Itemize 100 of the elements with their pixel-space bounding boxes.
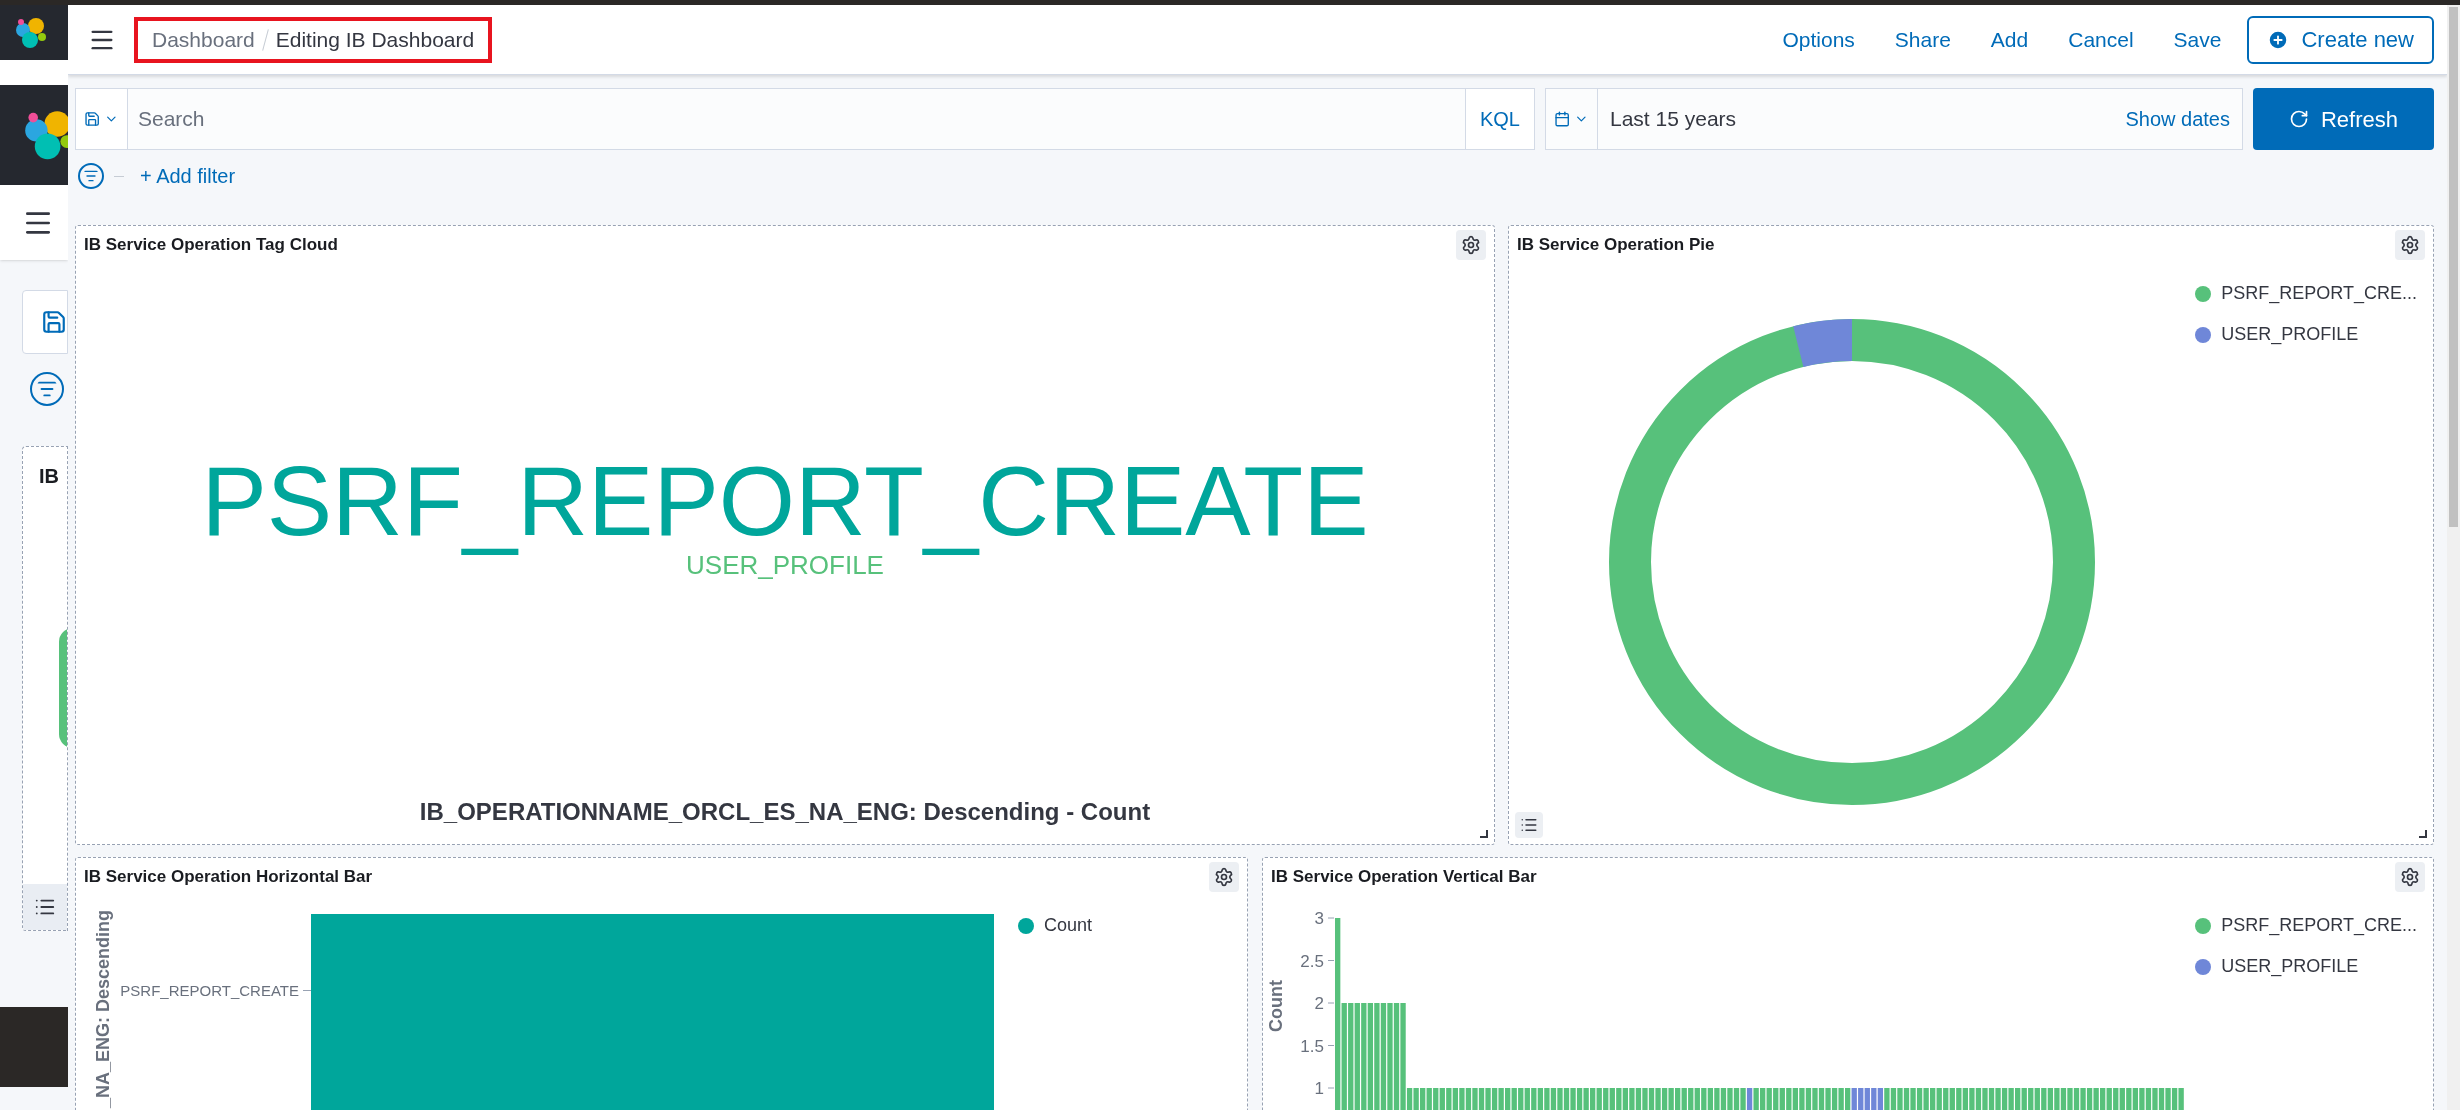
create-new-button[interactable]: Create new — [2247, 15, 2434, 64]
bar[interactable] — [1544, 1088, 1550, 1110]
filter-icon[interactable] — [30, 372, 64, 406]
legend-label[interactable]: USER_PROFILE — [2221, 953, 2359, 980]
bar[interactable] — [1590, 1088, 1596, 1110]
scrollbar-thumb[interactable] — [2449, 7, 2458, 527]
legend-label[interactable]: PSRF_REPORT_CRE... — [2221, 912, 2417, 939]
bar[interactable] — [1348, 1003, 1354, 1110]
bar[interactable] — [1740, 1088, 1746, 1110]
bar[interactable] — [1694, 1088, 1701, 1110]
bar[interactable] — [2093, 1088, 2100, 1110]
bar[interactable] — [1734, 1088, 1740, 1110]
bar[interactable] — [1917, 1088, 1923, 1110]
legend-label[interactable]: Count — [1044, 912, 1093, 939]
time-range-value[interactable]: Last 15 years — [1598, 89, 2126, 149]
bar[interactable] — [2106, 1088, 2113, 1110]
bar[interactable] — [2172, 1088, 2178, 1110]
bar[interactable] — [2100, 1088, 2106, 1110]
bar[interactable] — [1426, 1088, 1433, 1110]
breadcrumb-link[interactable]: Dashboard — [152, 23, 255, 56]
bar[interactable] — [2139, 1088, 2145, 1110]
bar[interactable] — [1381, 1003, 1387, 1110]
bar[interactable] — [1452, 1088, 1459, 1110]
bar[interactable] — [1485, 1088, 1491, 1110]
bar[interactable] — [1668, 1088, 1675, 1110]
bar[interactable] — [1799, 1088, 1805, 1110]
bar[interactable] — [1995, 1088, 2001, 1110]
filter-icon[interactable] — [78, 163, 104, 189]
bar[interactable] — [1609, 1088, 1616, 1110]
bar[interactable] — [1838, 1088, 1845, 1110]
bar[interactable] — [1851, 1088, 1858, 1110]
header-link[interactable]: Share — [1894, 23, 1951, 56]
bar[interactable] — [1341, 1003, 1348, 1110]
bar[interactable] — [1459, 1088, 1465, 1110]
bar[interactable] — [1930, 1088, 1936, 1110]
bar[interactable] — [1655, 1088, 1661, 1110]
bar[interactable] — [1962, 1088, 1969, 1110]
bar[interactable] — [2054, 1088, 2060, 1110]
bar[interactable] — [1479, 1088, 1485, 1110]
bar[interactable] — [1792, 1088, 1799, 1110]
bar[interactable] — [2041, 1088, 2047, 1110]
bar[interactable] — [1649, 1088, 1655, 1110]
bar[interactable] — [2119, 1088, 2126, 1110]
legend-toggle-button[interactable] — [23, 884, 67, 930]
save-icon[interactable] — [41, 309, 67, 335]
bar[interactable] — [1949, 1088, 1956, 1110]
bar[interactable] — [1537, 1088, 1544, 1110]
bar[interactable] — [1910, 1088, 1916, 1110]
legend-label[interactable]: USER_PROFILE — [2221, 321, 2359, 348]
resize-handle-icon[interactable] — [1480, 830, 1488, 838]
refresh-button[interactable]: Refresh — [2253, 88, 2434, 150]
bar[interactable] — [1969, 1088, 1975, 1110]
bar[interactable] — [1786, 1088, 1792, 1110]
bar[interactable] — [2028, 1088, 2034, 1110]
bar[interactable] — [1884, 1088, 1890, 1110]
bar[interactable] — [1335, 918, 1341, 1110]
bar[interactable] — [2146, 1088, 2152, 1110]
bar[interactable] — [1721, 1088, 1727, 1110]
bar[interactable] — [2165, 1088, 2171, 1110]
bar[interactable] — [2047, 1088, 2054, 1110]
bar[interactable] — [1413, 1088, 1420, 1110]
bar[interactable] — [1354, 1003, 1361, 1110]
bar[interactable] — [2074, 1088, 2080, 1110]
bar[interactable] — [1956, 1088, 1962, 1110]
bar[interactable] — [1583, 1088, 1590, 1110]
bar[interactable] — [1596, 1088, 1603, 1110]
header-link[interactable]: Cancel — [2068, 23, 2134, 56]
bar[interactable] — [2034, 1088, 2041, 1110]
bar[interactable] — [1505, 1088, 1511, 1110]
bar[interactable] — [1773, 1088, 1779, 1110]
bar[interactable] — [1524, 1088, 1531, 1110]
bar[interactable] — [1760, 1088, 1766, 1110]
bar[interactable] — [2178, 1088, 2185, 1110]
bar[interactable] — [1433, 1088, 1439, 1110]
header-link[interactable]: Options — [1782, 23, 1855, 56]
bar[interactable] — [1361, 1003, 1367, 1110]
bar[interactable] — [1492, 1088, 1498, 1110]
bar[interactable] — [1923, 1088, 1930, 1110]
bar[interactable] — [2080, 1088, 2086, 1110]
settings-button[interactable] — [1209, 862, 1239, 892]
bar[interactable] — [1871, 1088, 1877, 1110]
bar[interactable] — [1616, 1088, 1622, 1110]
settings-button[interactable] — [1456, 230, 1486, 260]
bar[interactable] — [1819, 1088, 1825, 1110]
bar[interactable] — [1439, 1088, 1446, 1110]
bar[interactable] — [1622, 1088, 1629, 1110]
bar[interactable] — [1603, 1088, 1609, 1110]
bar[interactable] — [1577, 1088, 1583, 1110]
bar[interactable] — [1845, 1088, 1851, 1110]
bar[interactable] — [2113, 1088, 2119, 1110]
bar[interactable] — [1989, 1088, 1995, 1110]
bar[interactable] — [2061, 1088, 2067, 1110]
bar[interactable] — [1714, 1088, 1720, 1110]
bar[interactable] — [1518, 1088, 1524, 1110]
bar[interactable] — [1943, 1088, 1949, 1110]
bar[interactable] — [2008, 1088, 2015, 1110]
add-filter-link[interactable]: + Add filter — [140, 161, 236, 191]
bar[interactable] — [1832, 1088, 1838, 1110]
bar[interactable] — [1570, 1088, 1576, 1110]
bar[interactable] — [1825, 1088, 1831, 1110]
